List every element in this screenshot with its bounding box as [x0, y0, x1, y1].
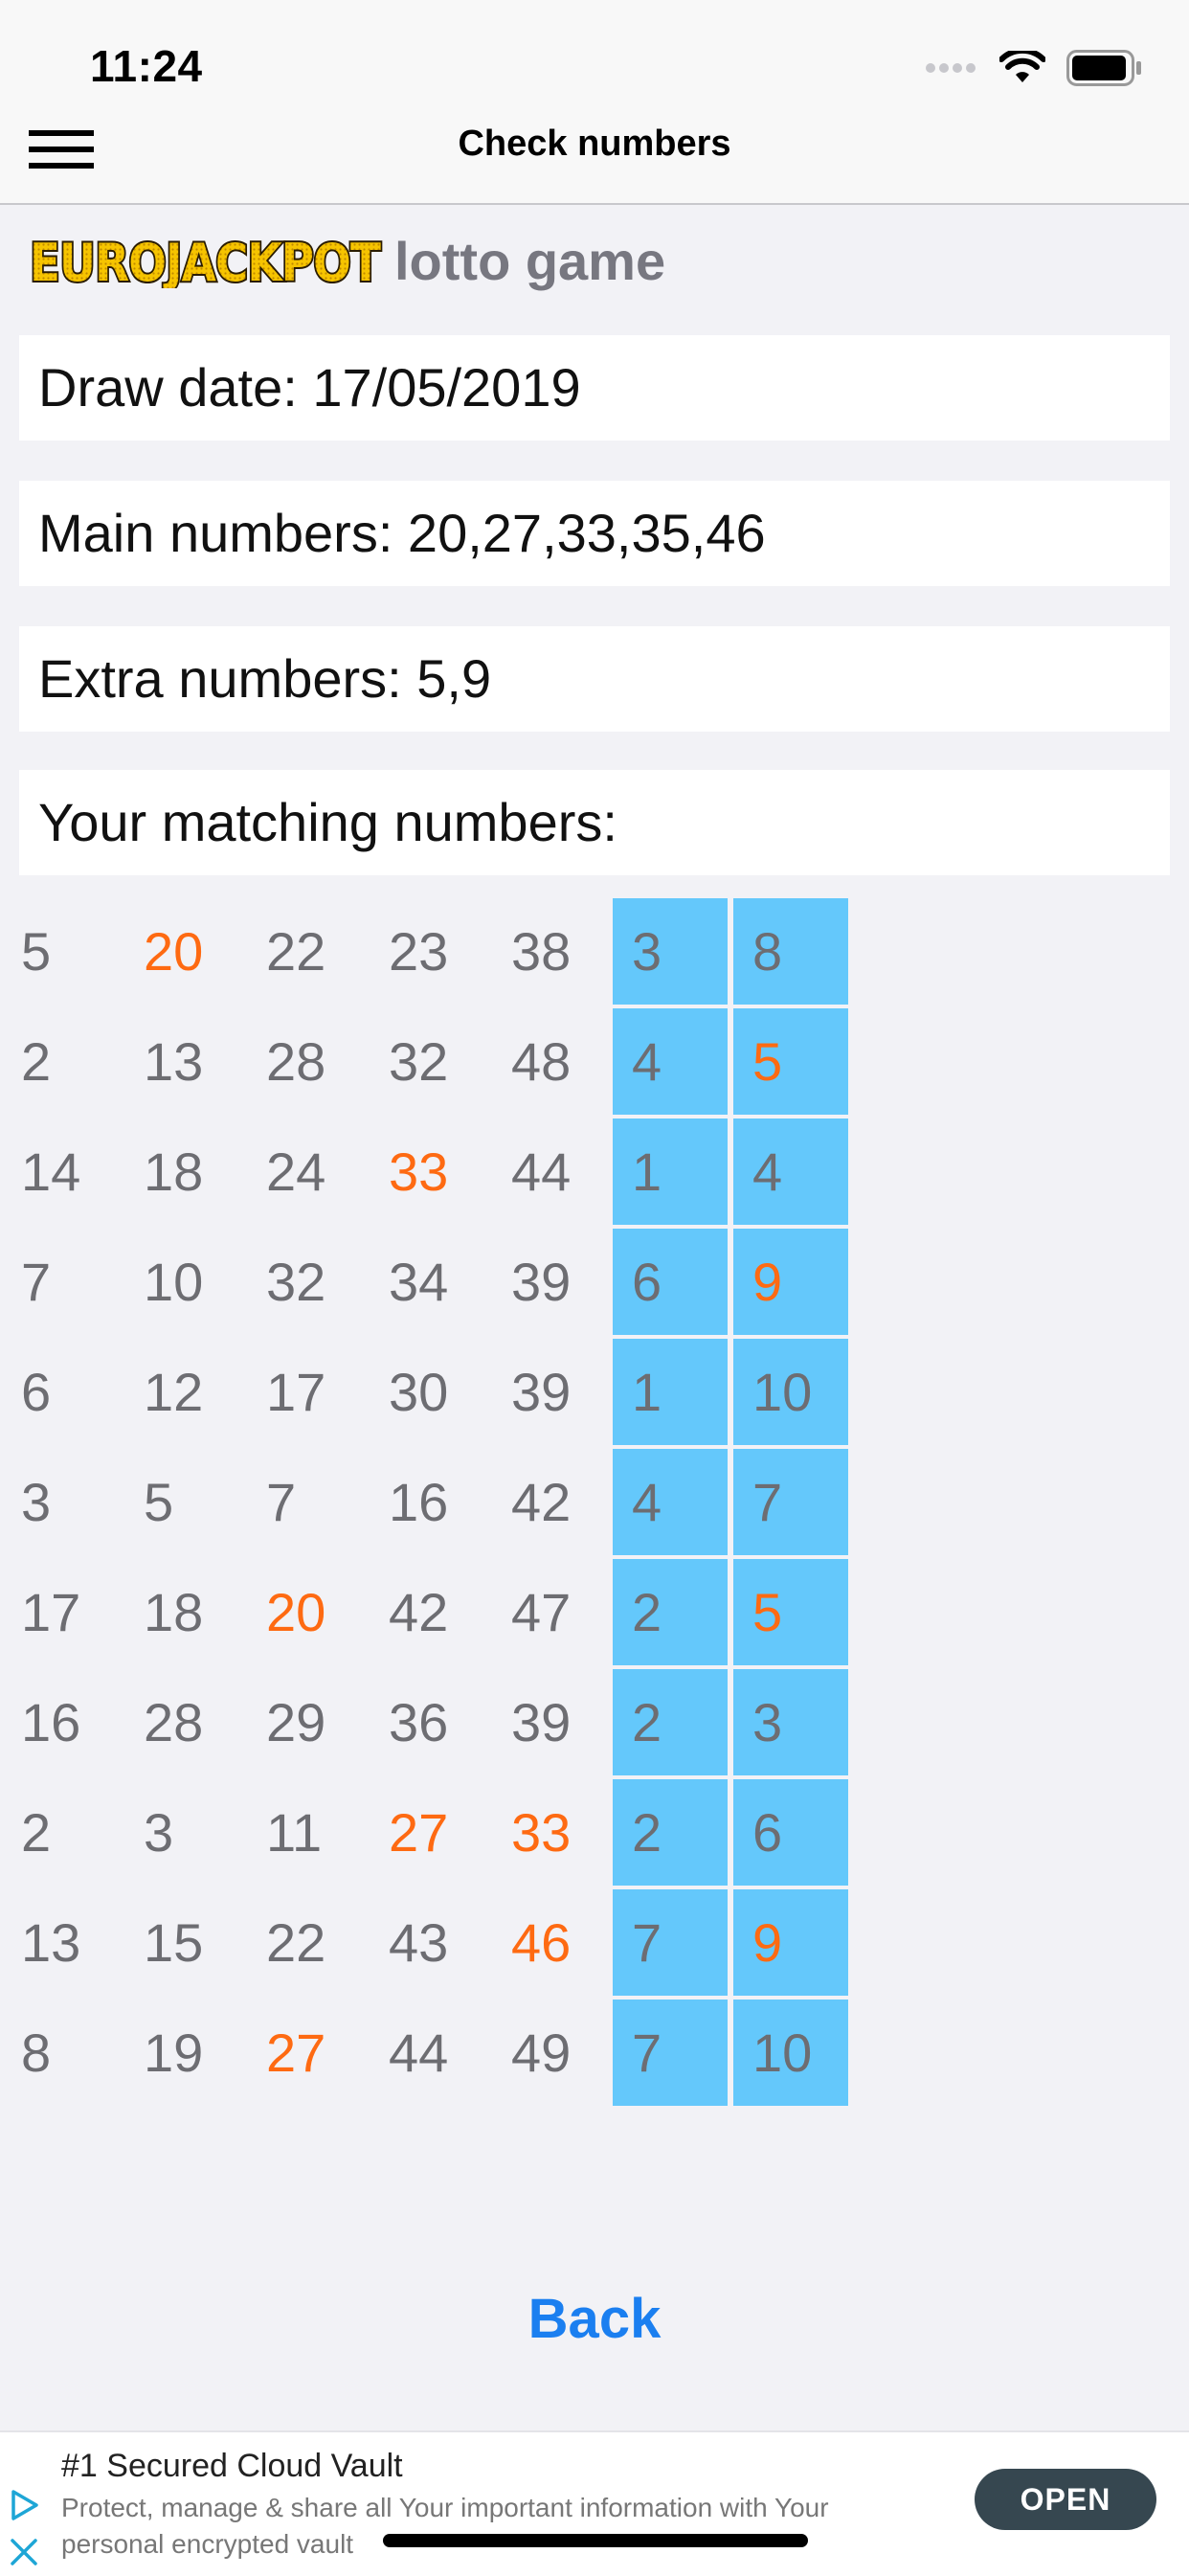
main-number: 19: [144, 2022, 204, 2083]
extra-number: 6: [613, 1229, 728, 1335]
main-number: 6: [21, 1362, 52, 1422]
extra-number: 4: [733, 1119, 848, 1225]
main-number: 14: [21, 1141, 81, 1202]
main-number: 11: [266, 1802, 323, 1863]
extra-number: 1: [613, 1339, 728, 1445]
wifi-icon: [999, 51, 1045, 82]
main-number: 24: [266, 1141, 326, 1202]
brand-suffix: lotto game: [394, 230, 666, 291]
extra-number: 4: [613, 1008, 728, 1115]
extra-number: 2: [613, 1779, 728, 1886]
main-number: 5: [144, 1472, 174, 1532]
main-number: 32: [389, 1031, 449, 1092]
main-number: 17: [266, 1362, 326, 1422]
ad-title: #1 Secured Cloud Vault: [61, 2448, 403, 2484]
extra-number: 8: [733, 898, 848, 1005]
main-number: 15: [144, 1912, 204, 1973]
main-number: 12: [144, 1362, 204, 1422]
main-number: 42: [389, 1582, 449, 1642]
extra-number: 4: [613, 1449, 728, 1555]
main-number: 10: [144, 1252, 204, 1312]
close-icon[interactable]: [8, 2536, 40, 2568]
extra-number: 3: [733, 1669, 848, 1775]
main-number-match: 20: [144, 921, 204, 982]
main-number: 18: [144, 1582, 204, 1642]
back-button[interactable]: Back: [0, 2287, 1189, 2351]
draw-date-card: Draw date: 17/05/2019: [19, 335, 1170, 441]
main-number: 29: [266, 1692, 326, 1752]
brand-header: EUROJACKPOT lotto game: [27, 226, 665, 295]
extra-number: 1: [613, 1119, 728, 1225]
extra-numbers-card: Extra numbers: 5,9: [19, 626, 1170, 732]
main-number: 36: [389, 1692, 449, 1752]
main-number: 23: [389, 921, 449, 982]
main-number-match: 33: [389, 1141, 449, 1202]
main-numbers-card: Main numbers: 20,27,33,35,46: [19, 481, 1170, 586]
extra-number-match: 9: [733, 1229, 848, 1335]
main-number: 13: [21, 1912, 81, 1973]
main-number: 44: [389, 2022, 449, 2083]
status-bar: 11:24: [0, 0, 1189, 115]
main-number-match: 27: [266, 2022, 326, 2083]
extra-number-match: 5: [733, 1559, 848, 1665]
extra-number: 6: [733, 1779, 848, 1886]
main-number: 5: [21, 921, 52, 982]
status-icons: [925, 50, 1143, 86]
main-number: 16: [21, 1692, 81, 1752]
main-number: 13: [144, 1031, 204, 1092]
main-number: 22: [266, 921, 326, 982]
main-number: 34: [389, 1252, 449, 1312]
extra-number: 10: [733, 2000, 848, 2106]
main-number: 7: [266, 1472, 297, 1532]
navigation-bar: Check numbers: [0, 115, 1189, 205]
page-title: Check numbers: [458, 124, 731, 164]
ad-open-button[interactable]: OPEN: [975, 2469, 1156, 2530]
extra-number: 7: [733, 1449, 848, 1555]
main-number: 17: [21, 1582, 81, 1642]
status-time: 11:24: [90, 41, 203, 91]
main-number: 2: [21, 1802, 52, 1863]
main-number: 7: [21, 1252, 52, 1312]
main-number: 43: [389, 1912, 449, 1973]
svg-text:EUROJACKPOT: EUROJACKPOT: [30, 233, 381, 288]
extra-number: 10: [733, 1339, 848, 1445]
main-number: 30: [389, 1362, 449, 1422]
ad-body: Protect, manage & share all Your importa…: [61, 2493, 829, 2559]
main-number-match: 20: [266, 1582, 326, 1642]
extra-number: 2: [613, 1559, 728, 1665]
extra-number: 3: [613, 898, 728, 1005]
extra-number-match: 5: [733, 1008, 848, 1115]
extra-number: 7: [613, 2000, 728, 2106]
main-number: 18: [144, 1141, 204, 1202]
extra-number-match: 9: [733, 1889, 848, 1996]
extra-number: 7: [613, 1889, 728, 1996]
main-number-match: 27: [389, 1802, 449, 1863]
home-indicator: [383, 2534, 808, 2547]
main-number: 8: [21, 2022, 52, 2083]
battery-icon: [1066, 50, 1141, 86]
main-number: 28: [144, 1692, 204, 1752]
extra-number: 2: [613, 1669, 728, 1775]
eurojackpot-logo: EUROJACKPOT: [28, 233, 383, 288]
main-number: 16: [389, 1472, 449, 1532]
main-number: 2: [21, 1031, 52, 1092]
main-number: 28: [266, 1031, 326, 1092]
cellular-signal-icon: [926, 63, 976, 73]
main-number: 3: [21, 1472, 52, 1532]
ad-banner[interactable]: #1 Secured Cloud Vault Protect, manage &…: [0, 2430, 1189, 2576]
main-number: 3: [144, 1802, 174, 1863]
main-number: 32: [266, 1252, 326, 1312]
matching-label-card: Your matching numbers:: [19, 770, 1170, 875]
ad-choices-icon[interactable]: [8, 2488, 42, 2522]
main-number: 22: [266, 1912, 326, 1973]
